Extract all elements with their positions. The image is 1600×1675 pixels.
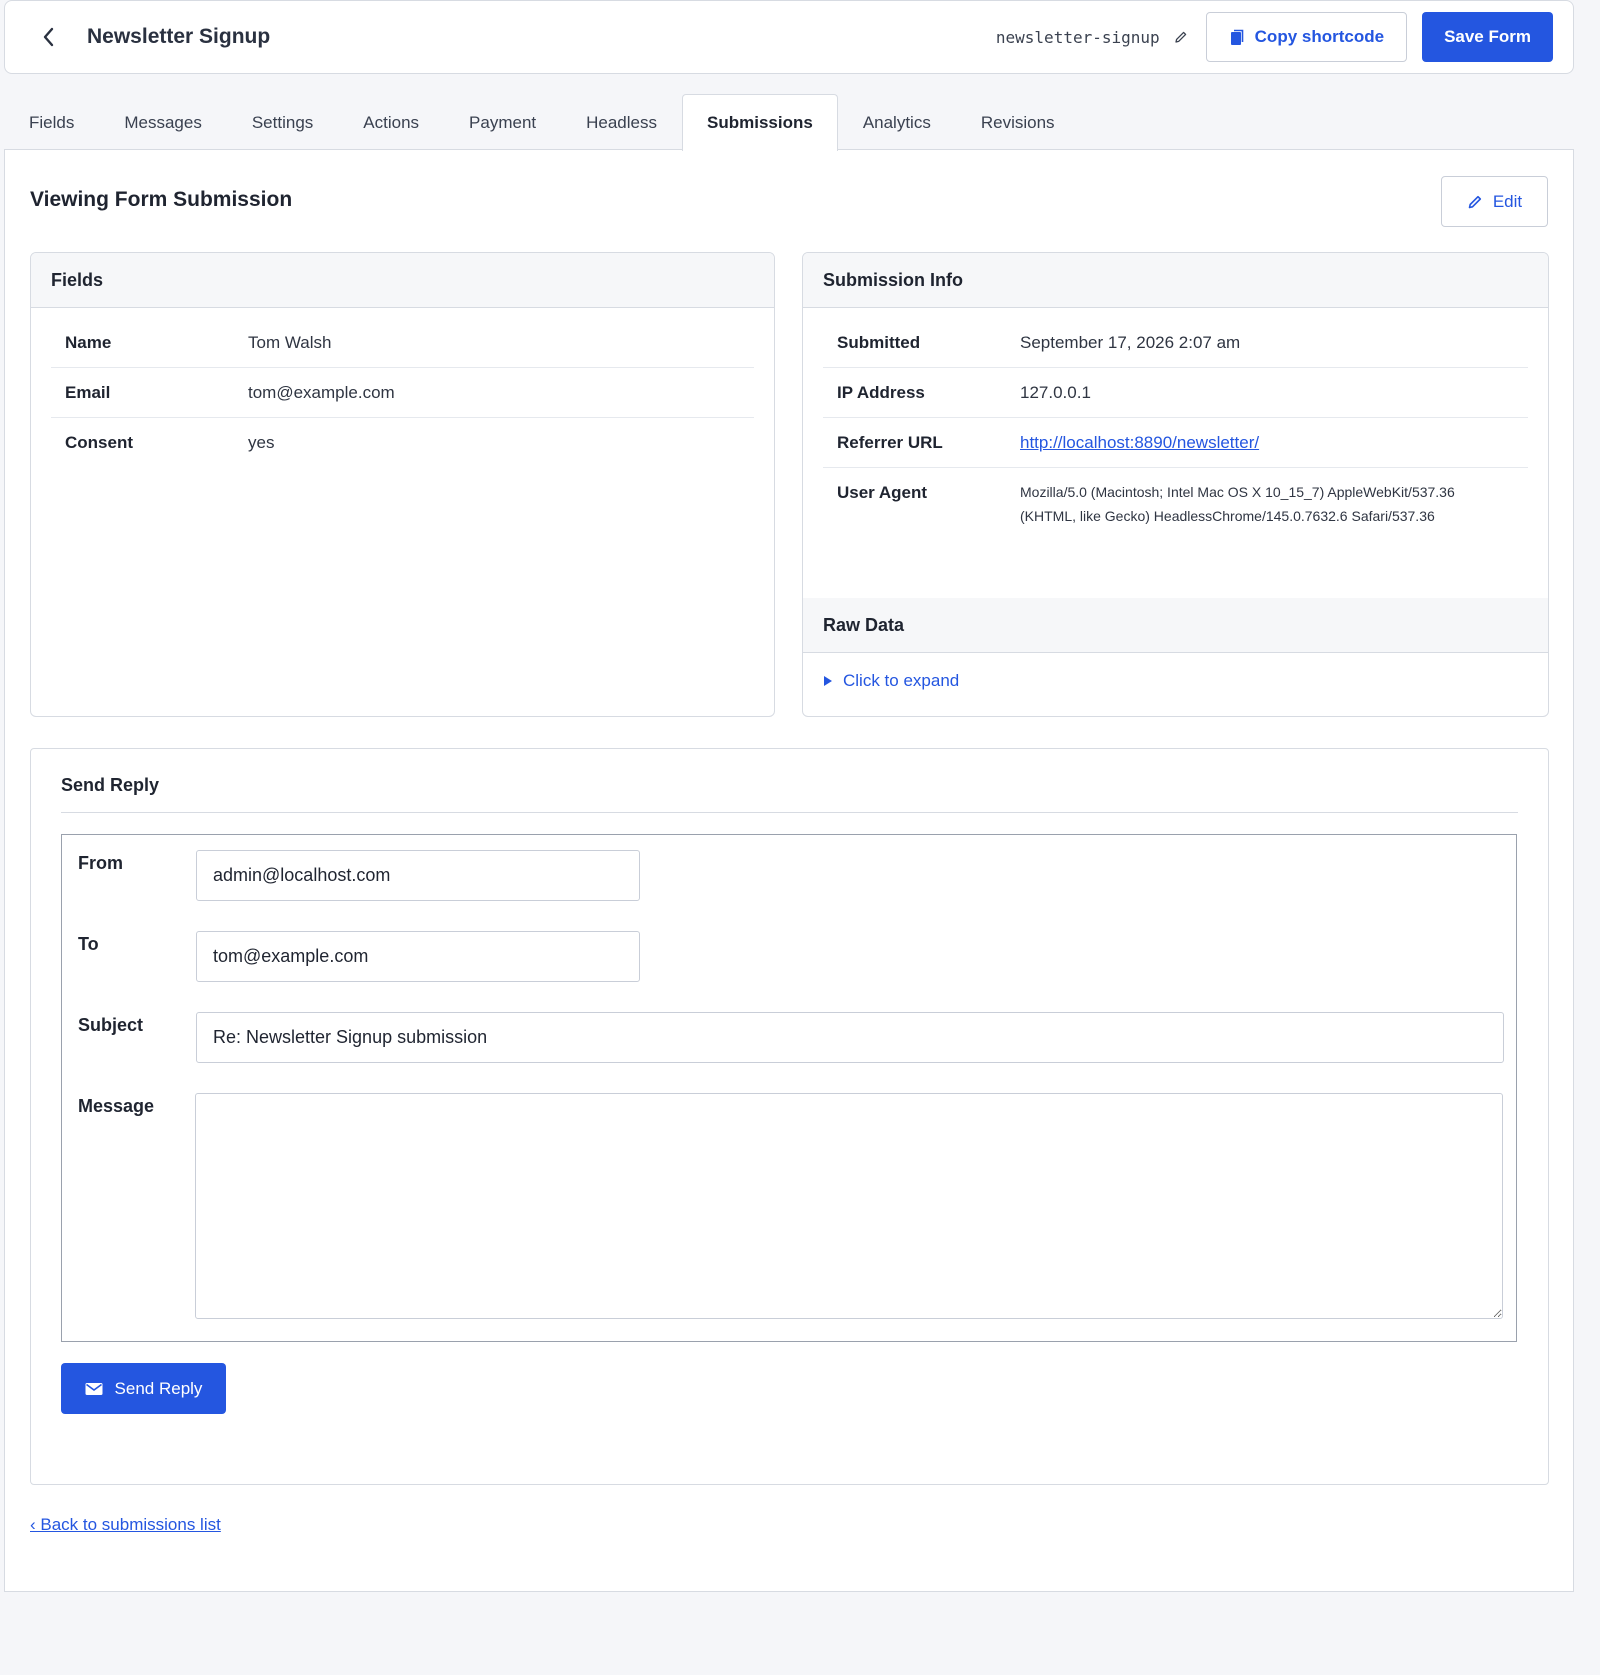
user-agent-line: Mozilla/5.0 (Macintosh; Intel Mac OS X 1… (1020, 484, 1455, 500)
reply-form: From To Subject Message (61, 834, 1517, 1342)
info-key: Submitted (837, 333, 921, 352)
tab-headless[interactable]: Headless (561, 94, 682, 150)
chevron-left-icon (43, 27, 54, 47)
to-label: To (78, 934, 99, 954)
tab-analytics[interactable]: Analytics (838, 94, 956, 150)
field-row-email: Email tom@example.com (51, 368, 754, 418)
info-key: Referrer URL (837, 433, 943, 452)
back-button[interactable] (29, 17, 69, 57)
message-label: Message (78, 1096, 155, 1116)
user-agent-value: Mozilla/5.0 (Macintosh; Intel Mac OS X 1… (1020, 480, 1455, 528)
pencil-icon (1468, 195, 1481, 208)
info-row-submitted: Submitted September 17, 2026 2:07 am (823, 318, 1528, 368)
referrer-url-link[interactable]: http://localhost:8890/newsletter/ (1020, 433, 1259, 453)
clipboard-icon (1230, 29, 1243, 45)
raw-data-expand-toggle[interactable]: Click to expand (803, 653, 1548, 709)
triangle-right-icon (824, 676, 832, 686)
envelope-icon (85, 1382, 103, 1395)
copy-shortcode-label: Copy shortcode (1254, 27, 1385, 46)
from-field[interactable] (196, 850, 640, 901)
divider (61, 812, 1518, 813)
fields-card: Fields Name Tom Walsh Email tom@example.… (30, 252, 775, 717)
field-value: Tom Walsh (248, 333, 332, 352)
user-agent-line: (KHTML, like Gecko) HeadlessChrome/145.0… (1020, 508, 1435, 524)
info-row-referrer: Referrer URL http://localhost:8890/newsl… (823, 418, 1528, 468)
tab-settings[interactable]: Settings (227, 94, 338, 150)
field-value: yes (248, 433, 275, 452)
slug-edit-button[interactable] (1174, 30, 1188, 44)
raw-data-title: Raw Data (803, 598, 1548, 653)
info-key: IP Address (837, 383, 925, 402)
to-field[interactable] (196, 931, 640, 982)
tab-messages[interactable]: Messages (99, 94, 226, 150)
form-slug: newsletter-signup (995, 27, 1160, 47)
from-label: From (78, 853, 123, 873)
back-to-submissions-link[interactable]: ‹ Back to submissions list (30, 1515, 221, 1535)
edit-button[interactable]: Edit (1441, 176, 1548, 227)
tab-submissions[interactable]: Submissions (682, 94, 838, 151)
form-title: Newsletter Signup (87, 25, 271, 48)
send-reply-card: Send Reply From To Subject Message Send … (30, 748, 1549, 1485)
form-tabs: Fields Messages Settings Actions Payment… (4, 94, 1080, 151)
submission-info-card: Submission Info Submitted September 17, … (802, 252, 1549, 717)
send-reply-title: Send Reply (61, 775, 160, 795)
page-title: Viewing Form Submission (30, 188, 293, 211)
tab-fields[interactable]: Fields (4, 94, 99, 150)
save-form-button[interactable]: Save Form (1422, 12, 1553, 62)
subject-field[interactable] (196, 1012, 1504, 1063)
ip-address: 127.0.0.1 (1020, 383, 1091, 402)
tab-actions[interactable]: Actions (338, 94, 444, 150)
send-reply-label: Send Reply (114, 1378, 203, 1398)
info-row-ip: IP Address 127.0.0.1 (823, 368, 1528, 418)
edit-label: Edit (1492, 191, 1523, 211)
fields-card-title: Fields (31, 253, 774, 308)
info-key: User Agent (837, 483, 928, 502)
expand-label: Click to expand (843, 671, 960, 690)
send-reply-button[interactable]: Send Reply (61, 1363, 226, 1414)
form-header: Newsletter Signup newsletter-signup Copy… (4, 0, 1574, 74)
submission-info-title: Submission Info (803, 253, 1548, 308)
field-key: Email (65, 383, 111, 402)
field-key: Consent (65, 433, 133, 452)
copy-shortcode-button[interactable]: Copy shortcode (1205, 12, 1408, 62)
submission-panel: Viewing Form Submission Edit Fields Name… (4, 149, 1574, 1592)
field-row-consent: Consent yes (51, 418, 754, 467)
tab-payment[interactable]: Payment (444, 94, 561, 150)
info-row-user-agent: User Agent Mozilla/5.0 (Macintosh; Intel… (823, 468, 1528, 542)
subject-label: Subject (78, 1015, 144, 1035)
field-key: Name (65, 333, 112, 352)
submitted-date: September 17, 2026 2:07 am (1020, 333, 1241, 352)
pencil-icon (1175, 31, 1186, 43)
tab-revisions[interactable]: Revisions (956, 94, 1080, 150)
field-value: tom@example.com (248, 383, 395, 402)
message-textarea[interactable] (195, 1093, 1503, 1319)
field-row-name: Name Tom Walsh (51, 318, 754, 368)
